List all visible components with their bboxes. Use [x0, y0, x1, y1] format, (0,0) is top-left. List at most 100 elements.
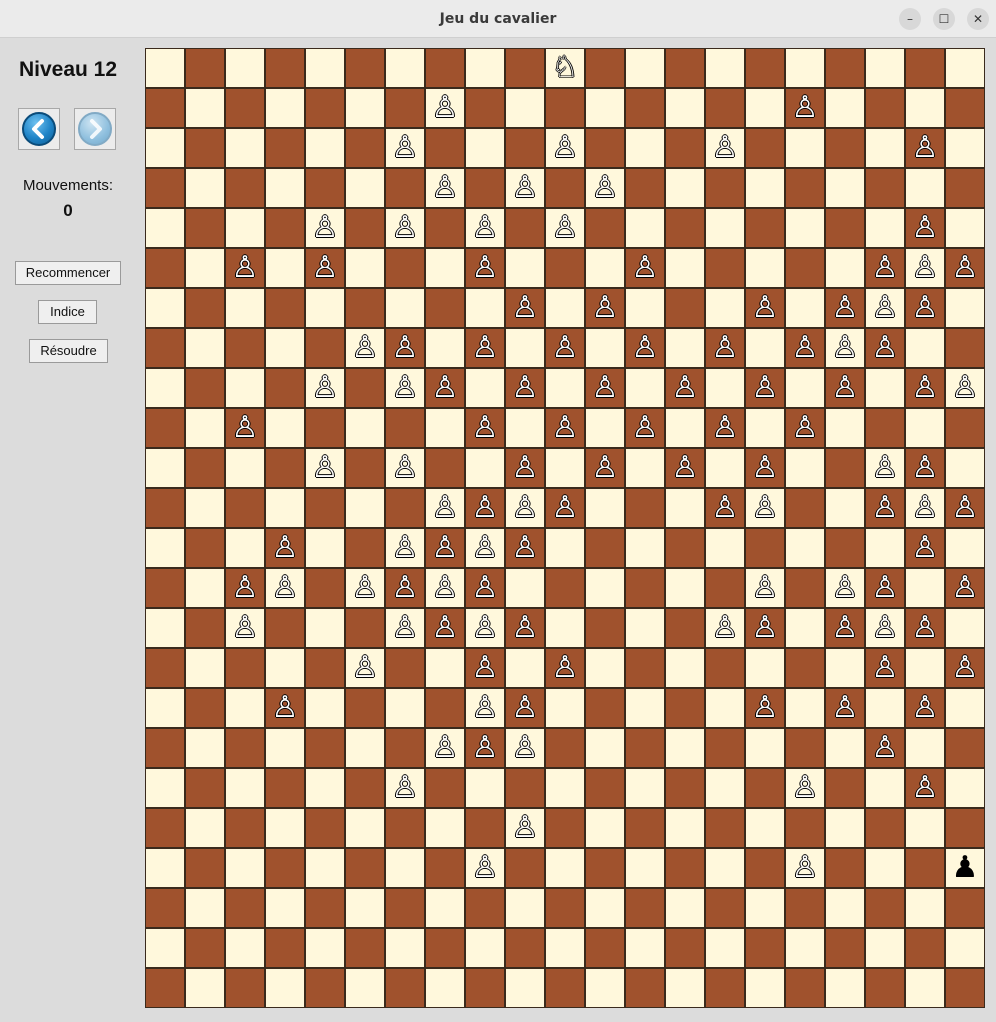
- board-square[interactable]: [585, 888, 625, 928]
- board-square[interactable]: [785, 928, 825, 968]
- board-square[interactable]: [385, 288, 425, 328]
- board-square[interactable]: [745, 208, 785, 248]
- board-square[interactable]: [385, 48, 425, 88]
- board-square[interactable]: [825, 408, 865, 448]
- white-pawn-piece[interactable]: ♙: [952, 248, 979, 288]
- board-square[interactable]: [945, 288, 985, 328]
- board-square[interactable]: [345, 688, 385, 728]
- board-square[interactable]: [545, 608, 585, 648]
- board-square[interactable]: ♙: [425, 88, 465, 128]
- board-square[interactable]: ♙: [865, 648, 905, 688]
- board-square[interactable]: [585, 408, 625, 448]
- board-square[interactable]: [185, 928, 225, 968]
- board-square[interactable]: [265, 968, 305, 1008]
- previous-level-button[interactable]: [18, 108, 60, 150]
- board-square[interactable]: ♙: [905, 448, 945, 488]
- board-square[interactable]: [185, 528, 225, 568]
- board-square[interactable]: [505, 48, 545, 88]
- board-square[interactable]: [185, 248, 225, 288]
- board-square[interactable]: [225, 808, 265, 848]
- board-square[interactable]: ♙: [385, 208, 425, 248]
- board-square[interactable]: [265, 928, 305, 968]
- board-square[interactable]: ♙: [305, 368, 345, 408]
- white-pawn-piece[interactable]: ♙: [792, 88, 819, 128]
- board-square[interactable]: [705, 48, 745, 88]
- board-square[interactable]: ♙: [505, 168, 545, 208]
- board-square[interactable]: [305, 488, 345, 528]
- board-square[interactable]: ♙: [345, 568, 385, 608]
- board-square[interactable]: [865, 888, 905, 928]
- board-square[interactable]: ♙: [265, 688, 305, 728]
- board-square[interactable]: ♙: [945, 368, 985, 408]
- board-square[interactable]: [265, 848, 305, 888]
- board-square[interactable]: ♙: [225, 408, 265, 448]
- board-square[interactable]: [785, 528, 825, 568]
- board-square[interactable]: ♙: [385, 528, 425, 568]
- white-pawn-piece[interactable]: ♙: [472, 208, 499, 248]
- board-square[interactable]: ♙: [545, 208, 585, 248]
- board-square[interactable]: [505, 928, 545, 968]
- board-square[interactable]: [665, 888, 705, 928]
- board-square[interactable]: ♙: [545, 488, 585, 528]
- board-square[interactable]: [145, 48, 185, 88]
- white-pawn-piece[interactable]: ♙: [392, 368, 419, 408]
- board-square[interactable]: ♙: [745, 288, 785, 328]
- board-square[interactable]: [745, 888, 785, 928]
- board-square[interactable]: [705, 248, 745, 288]
- white-pawn-piece[interactable]: ♙: [912, 208, 939, 248]
- white-pawn-piece[interactable]: ♙: [392, 128, 419, 168]
- board-square[interactable]: [945, 208, 985, 248]
- board-square[interactable]: [945, 328, 985, 368]
- board-square[interactable]: [905, 968, 945, 1008]
- white-pawn-piece[interactable]: ♙: [472, 328, 499, 368]
- board-square[interactable]: [305, 128, 345, 168]
- board-square[interactable]: [425, 408, 465, 448]
- white-pawn-piece[interactable]: ♙: [832, 368, 859, 408]
- white-pawn-piece[interactable]: ♙: [632, 248, 659, 288]
- board-square[interactable]: ♙: [905, 688, 945, 728]
- white-pawn-piece[interactable]: ♙: [752, 688, 779, 728]
- board-square[interactable]: [145, 608, 185, 648]
- white-pawn-piece[interactable]: ♙: [552, 648, 579, 688]
- board-square[interactable]: [865, 928, 905, 968]
- board-square[interactable]: [345, 888, 385, 928]
- board-square[interactable]: ♙: [905, 288, 945, 328]
- white-pawn-piece[interactable]: ♙: [832, 328, 859, 368]
- board-square[interactable]: ♙: [385, 608, 425, 648]
- board-square[interactable]: [865, 208, 905, 248]
- board-square[interactable]: [665, 848, 705, 888]
- white-pawn-piece[interactable]: ♙: [392, 448, 419, 488]
- board-square[interactable]: [625, 88, 665, 128]
- white-pawn-piece[interactable]: ♙: [792, 848, 819, 888]
- board-square[interactable]: [625, 928, 665, 968]
- board-square[interactable]: [545, 528, 585, 568]
- board-square[interactable]: [665, 648, 705, 688]
- board-square[interactable]: [905, 328, 945, 368]
- white-pawn-piece[interactable]: ♙: [472, 688, 499, 728]
- board-square[interactable]: ♙: [345, 648, 385, 688]
- board-square[interactable]: [745, 328, 785, 368]
- board-square[interactable]: [945, 168, 985, 208]
- board-square[interactable]: ♙: [905, 528, 945, 568]
- board-square[interactable]: ♙: [305, 248, 345, 288]
- board-square[interactable]: [825, 208, 865, 248]
- white-pawn-piece[interactable]: ♙: [432, 568, 459, 608]
- white-pawn-piece[interactable]: ♙: [392, 568, 419, 608]
- board-square[interactable]: [385, 808, 425, 848]
- board-square[interactable]: ♙: [425, 168, 465, 208]
- board-square[interactable]: ♙: [385, 768, 425, 808]
- white-pawn-piece[interactable]: ♙: [712, 328, 739, 368]
- white-pawn-piece[interactable]: ♙: [912, 288, 939, 328]
- board-square[interactable]: [625, 128, 665, 168]
- board-square[interactable]: [505, 568, 545, 608]
- board-square[interactable]: [865, 688, 905, 728]
- board-square[interactable]: ♙: [425, 528, 465, 568]
- white-pawn-piece[interactable]: ♙: [472, 248, 499, 288]
- board-square[interactable]: ♙: [625, 408, 665, 448]
- board-square[interactable]: ♙: [385, 328, 425, 368]
- board-square[interactable]: ♙: [505, 728, 545, 768]
- board-square[interactable]: ♙: [305, 448, 345, 488]
- board-square[interactable]: [465, 88, 505, 128]
- board-square[interactable]: ♙: [665, 368, 705, 408]
- board-square[interactable]: [665, 928, 705, 968]
